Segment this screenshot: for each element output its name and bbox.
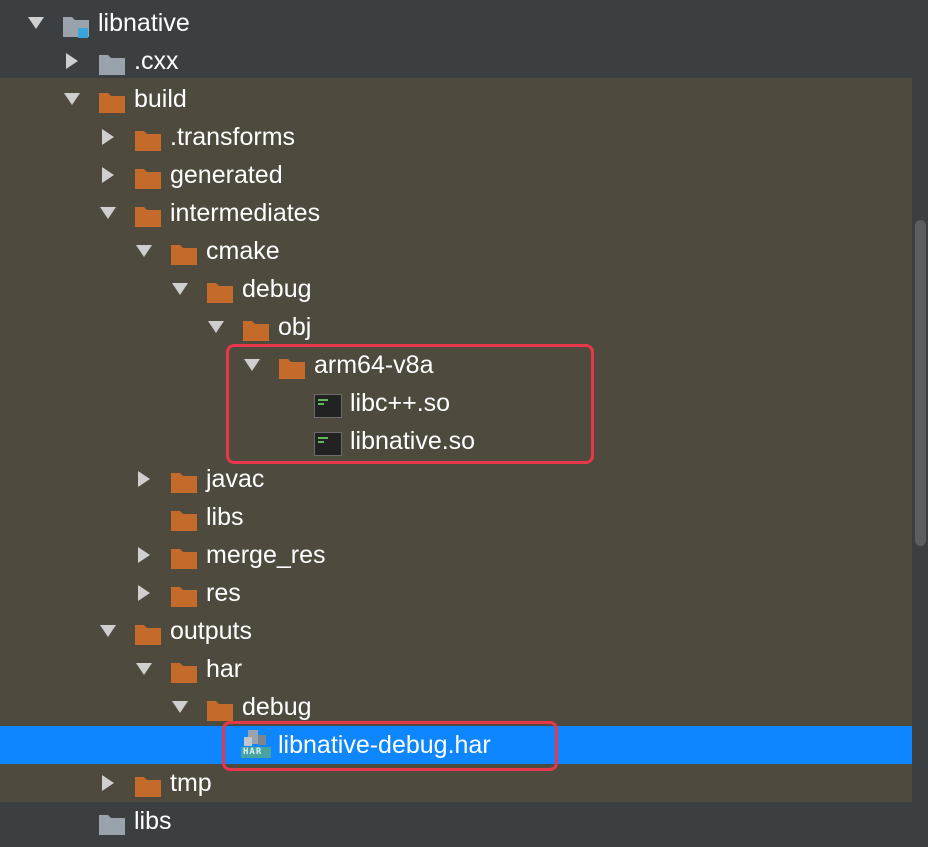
tree-node-label: .cxx <box>134 47 179 75</box>
expand-arrow-icon[interactable] <box>96 194 120 232</box>
tree-node-label: arm64-v8a <box>314 351 434 379</box>
expand-arrow-icon[interactable] <box>168 688 192 726</box>
expand-arrow-icon[interactable] <box>132 232 156 270</box>
tree-node-label: libnative <box>98 9 190 37</box>
tree-node-label: obj <box>278 313 312 341</box>
expand-arrow-icon[interactable] <box>132 650 156 688</box>
node-cxx[interactable]: .cxx <box>0 42 912 80</box>
tree-node-label: intermediates <box>170 199 321 227</box>
tree-node-label: libnative.so <box>350 427 476 455</box>
expand-arrow-icon[interactable] <box>96 612 120 650</box>
tree-node-label: javac <box>206 465 265 493</box>
node-javac[interactable]: javac <box>0 460 912 498</box>
tree-node-label: merge_res <box>206 541 326 569</box>
har-badge-text: HAR <box>243 747 263 757</box>
node-transforms[interactable]: .transforms <box>0 118 912 156</box>
tree-node-label: libnative-debug.har <box>278 731 491 759</box>
node-res[interactable]: res <box>0 574 912 612</box>
project-tree: libnative .cxx build .transforms generated in… <box>0 0 928 846</box>
tree-node-label: tmp <box>170 769 212 797</box>
tree-node-label: libs <box>206 503 244 531</box>
tree-node-label: .transforms <box>170 123 296 151</box>
collapse-arrow-icon[interactable] <box>96 156 120 194</box>
collapse-arrow-icon[interactable] <box>96 764 120 802</box>
expand-arrow-icon[interactable] <box>168 270 192 308</box>
node-cmake-debug[interactable]: debug <box>0 270 912 308</box>
node-libnative[interactable]: libnative <box>0 4 912 42</box>
node-build[interactable]: build <box>0 80 912 118</box>
expand-arrow-icon[interactable] <box>24 4 48 42</box>
folder-gray-icon <box>98 809 126 847</box>
tree-node-label: debug <box>242 693 312 721</box>
node-intermediates-libs[interactable]: libs <box>0 498 912 536</box>
node-arm64-v8a[interactable]: arm64-v8a <box>0 346 912 384</box>
collapse-arrow-icon[interactable] <box>132 574 156 612</box>
tree-node-label: debug <box>242 275 312 303</box>
node-intermediates[interactable]: intermediates <box>0 194 912 232</box>
tree-node-label: libc++.so <box>350 389 451 417</box>
collapse-arrow-icon[interactable] <box>60 42 84 80</box>
node-libs[interactable]: libs <box>0 802 912 840</box>
tree-node-label: build <box>134 85 187 113</box>
expand-arrow-icon[interactable] <box>240 346 264 384</box>
tree-node-label: generated <box>170 161 283 189</box>
tree-node-label: outputs <box>170 617 253 645</box>
tree-node-label: res <box>206 579 241 607</box>
node-har[interactable]: har <box>0 650 912 688</box>
node-generated[interactable]: generated <box>0 156 912 194</box>
file-libnative-so[interactable]: libnative.so <box>0 422 912 460</box>
node-outputs[interactable]: outputs <box>0 612 912 650</box>
node-cmake[interactable]: cmake <box>0 232 912 270</box>
file-libnative-debug-har[interactable]: HAR libnative-debug.har <box>0 726 912 764</box>
tree-node-label: cmake <box>206 237 280 265</box>
expand-arrow-icon[interactable] <box>60 80 84 118</box>
node-har-debug[interactable]: debug <box>0 688 912 726</box>
collapse-arrow-icon[interactable] <box>96 118 120 156</box>
expand-arrow-icon[interactable] <box>204 308 228 346</box>
node-obj[interactable]: obj <box>0 308 912 346</box>
node-tmp[interactable]: tmp <box>0 764 912 802</box>
collapse-arrow-icon[interactable] <box>132 536 156 574</box>
scrollbar-thumb[interactable] <box>915 220 926 546</box>
node-merge-res[interactable]: merge_res <box>0 536 912 574</box>
tree-node-label: libs <box>134 807 172 835</box>
file-libcpp-so[interactable]: libc++.so <box>0 384 912 422</box>
tree-node-label: har <box>206 655 243 683</box>
collapse-arrow-icon[interactable] <box>132 460 156 498</box>
